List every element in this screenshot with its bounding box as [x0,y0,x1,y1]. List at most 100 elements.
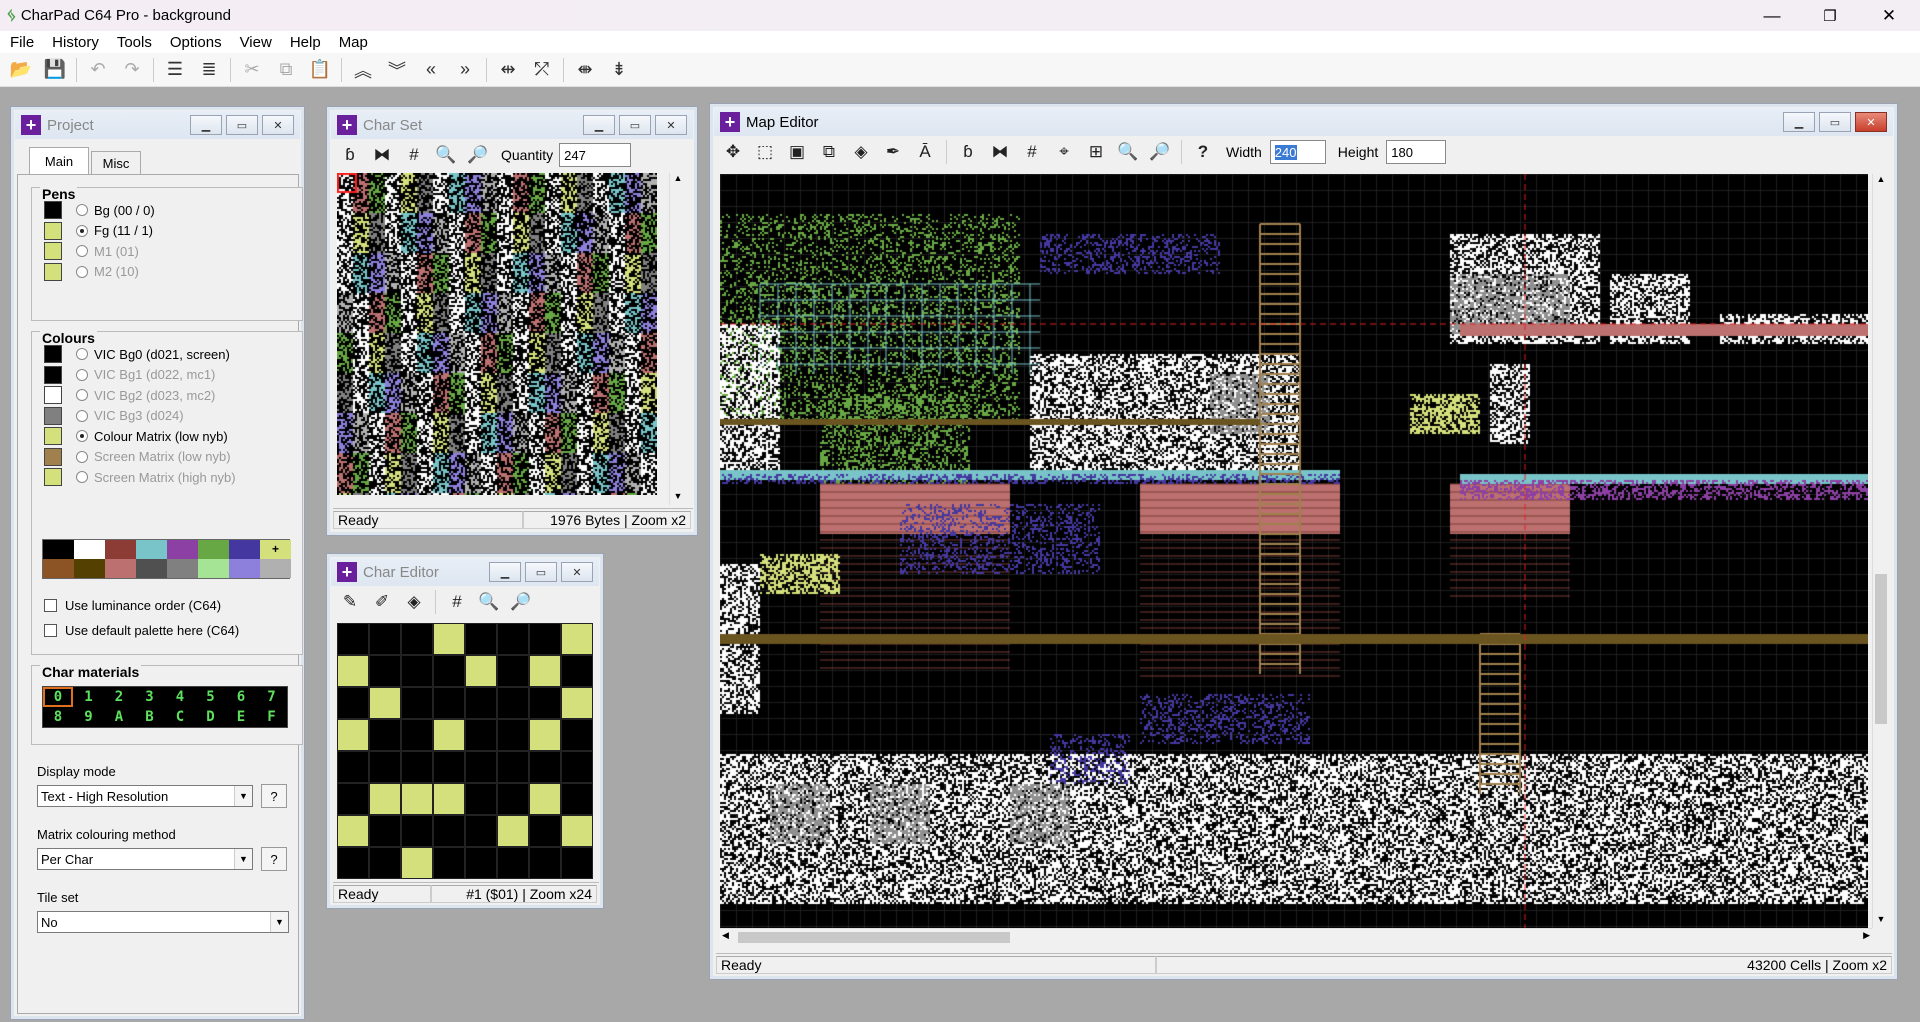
char-pixel[interactable] [433,655,465,687]
width-input[interactable]: 240 [1269,140,1326,164]
matrix-colouring-help-button[interactable]: ? [261,847,287,871]
copy-icon[interactable]: ⧉ [269,55,303,85]
minimize-icon[interactable]: ▁ [190,115,222,135]
map-horizontal-scrollbar[interactable]: ◀ ▶ [720,928,1872,945]
material-cell[interactable]: C [165,707,195,727]
char-pixel[interactable] [401,751,433,783]
char-pixel[interactable] [401,815,433,847]
redo-icon[interactable]: ↷ [115,55,149,85]
char-pixel[interactable] [465,719,497,751]
char-pixel[interactable] [465,815,497,847]
char-pixel[interactable] [529,655,561,687]
char-pixel[interactable] [529,687,561,719]
grid-icon[interactable]: # [1017,138,1047,166]
colour-swatch[interactable] [44,427,62,445]
material-cell[interactable]: E [226,707,256,727]
material-cell[interactable]: 6 [226,687,256,707]
maximize-icon[interactable]: ▭ [1819,112,1851,132]
char-pixel[interactable] [561,655,593,687]
pen-row[interactable]: M1 (01) [44,241,139,261]
palette-swatch[interactable] [136,559,167,578]
colour-row[interactable]: VIC Bg0 (d021, screen) [44,344,230,364]
height-input[interactable]: 180 [1386,140,1447,164]
char-pixel[interactable] [561,783,593,815]
colour-radio[interactable] [76,430,88,442]
char-pixel[interactable] [433,719,465,751]
use-default-palette-checkbox[interactable] [44,623,57,637]
char-pixel[interactable] [561,815,593,847]
palette-swatch[interactable] [198,540,229,559]
material-cell[interactable]: B [135,707,165,727]
palette-swatch[interactable] [229,540,260,559]
crosshair-icon[interactable]: ⌖ [1049,138,1079,166]
maximize-icon[interactable]: ▭ [619,115,651,135]
char-pixel[interactable] [401,655,433,687]
palette-swatch[interactable] [167,540,198,559]
colour-radio[interactable] [76,389,88,401]
save-icon[interactable]: 💾 [38,55,72,85]
char-pixel[interactable] [497,623,529,655]
menu-tools[interactable]: Tools [107,34,160,51]
char-pixel[interactable] [497,655,529,687]
char-pixel[interactable] [401,623,433,655]
restore-button[interactable]: ❐ [1801,0,1859,31]
colour-row[interactable]: VIC Bg3 (d024) [44,406,184,426]
char-pixel[interactable] [529,623,561,655]
fill-icon[interactable]: ◈ [399,588,429,616]
char-pixel[interactable] [561,623,593,655]
char-pixel[interactable] [369,751,401,783]
move-right-icon[interactable]: » [448,55,482,85]
char-materials-grid[interactable]: 01234567 89ABCDEF [42,686,288,728]
text-icon[interactable]: Ā [910,138,940,166]
open-icon[interactable]: 📂 [4,55,38,85]
fill-icon[interactable]: ◈ [846,138,876,166]
char-pixel[interactable] [401,783,433,815]
menu-view[interactable]: View [230,34,280,51]
pen-radio[interactable] [76,245,88,257]
palette-swatch[interactable] [74,540,105,559]
char-pixel[interactable] [337,847,369,879]
stamp-icon[interactable]: ▣ [782,138,812,166]
char-set-canvas[interactable] [337,173,657,495]
minimize-icon[interactable]: ▁ [583,115,615,135]
pen-radio[interactable] [76,224,88,237]
pen-radio[interactable] [76,204,88,216]
palette-swatch[interactable] [74,559,105,578]
select-icon[interactable]: ⬚ [750,138,780,166]
material-cell[interactable]: 9 [74,707,104,727]
display-mode-help-button[interactable]: ? [261,784,287,808]
list-alt-icon[interactable]: ≣ [192,55,226,85]
char-pixel[interactable] [401,847,433,879]
palette-swatch[interactable] [43,540,74,559]
material-cell[interactable]: 3 [135,687,165,707]
close-icon[interactable]: ✕ [561,562,593,582]
char-set-titlebar[interactable]: + Char Set ▁ ▭ ✕ [331,111,693,139]
stamp-multi-icon[interactable]: ⧉ [814,138,844,166]
char-set-scrollbar[interactable]: ▲ ▼ [669,173,686,505]
palette-swatch[interactable] [43,559,74,578]
move-up-icon[interactable]: ︽ [346,55,380,85]
scroll-up-icon[interactable]: ▲ [670,173,686,187]
palette-swatch[interactable] [167,559,198,578]
material-cell[interactable]: 1 [74,687,104,707]
colour-radio[interactable] [76,348,88,360]
display-mode-select[interactable]: Text - High Resolution ▼ [37,785,253,807]
char-pixel[interactable] [497,751,529,783]
char-pixel[interactable] [337,815,369,847]
char-pixel[interactable] [465,847,497,879]
colour-row[interactable]: Colour Matrix (low nyb) [44,426,228,446]
close-icon[interactable]: ✕ [655,115,687,135]
menu-options[interactable]: Options [160,34,230,51]
char-pixel[interactable] [337,655,369,687]
palette-swatch[interactable] [105,559,136,578]
colour-radio[interactable] [76,471,88,483]
move-left-icon[interactable]: « [414,55,448,85]
scroll-right-icon[interactable]: ▶ [1863,930,1870,941]
char-pixel[interactable] [433,815,465,847]
minimize-icon[interactable]: ▁ [1783,112,1815,132]
help-icon[interactable]: ? [1188,138,1218,166]
colour-row[interactable]: Screen Matrix (low nyb) [44,447,231,467]
char-pixel[interactable] [433,847,465,879]
colour-swatch[interactable] [44,386,62,404]
scroll-thumb[interactable] [738,932,1010,943]
